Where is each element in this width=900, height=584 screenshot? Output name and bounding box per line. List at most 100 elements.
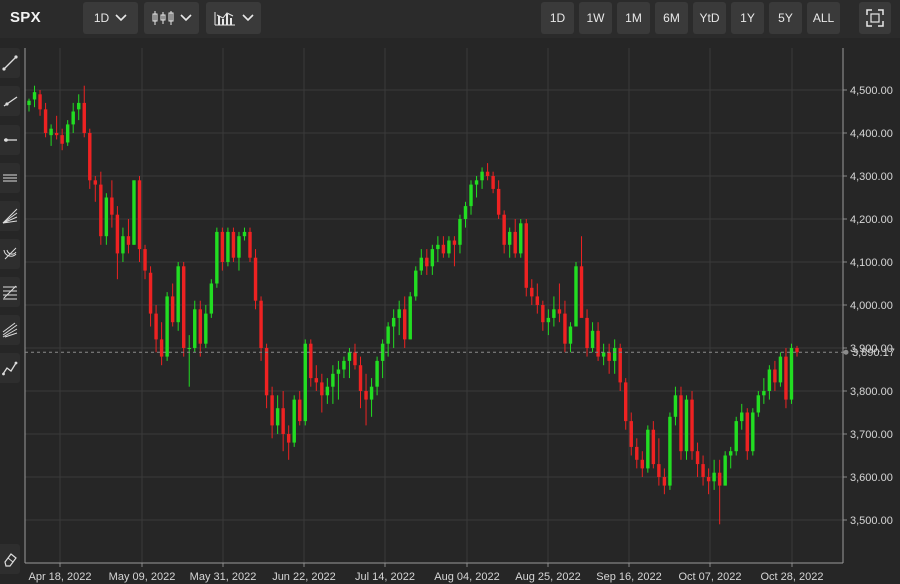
fib-arc-icon <box>3 247 17 260</box>
candle-body <box>132 180 136 245</box>
candle-body <box>226 231 230 262</box>
indicators-dropdown[interactable] <box>206 2 261 34</box>
candle-body <box>734 421 738 452</box>
candle-body <box>673 395 678 417</box>
fullscreen-icon <box>866 9 884 27</box>
candle-body <box>507 231 512 245</box>
candle-body <box>728 451 733 456</box>
candle-body <box>773 369 777 383</box>
range-ytd-button[interactable]: YtD <box>693 2 726 34</box>
candle-body <box>342 360 346 370</box>
price-chart[interactable]: 4,500.00 4,400.00 4,300.00 4,200.00 4,100.00… <box>0 38 900 584</box>
range-1m-button[interactable]: 1M <box>617 2 650 34</box>
candle-body <box>369 386 374 400</box>
candle-body <box>441 244 446 254</box>
candle-body <box>469 184 473 207</box>
candle-body <box>756 395 761 413</box>
candle-body <box>513 231 517 254</box>
candle-body <box>259 300 263 348</box>
candle-body <box>253 257 258 301</box>
candle-body <box>723 455 727 486</box>
range-1d-button[interactable]: 1D <box>541 2 574 34</box>
candle-body <box>121 236 125 254</box>
fib-retracement-icon <box>3 285 17 300</box>
fan-lines-tool[interactable] <box>0 201 20 231</box>
x-tick-label: Apr 18, 2022 <box>29 571 92 583</box>
candle-body <box>176 266 180 323</box>
candle-body <box>54 133 59 136</box>
fib-arc-tool[interactable] <box>0 239 20 269</box>
ray-line-icon <box>3 96 18 107</box>
candle-body <box>546 317 551 323</box>
x-tick-label: Sep 16, 2022 <box>596 571 661 583</box>
chart-type-dropdown[interactable] <box>144 2 199 34</box>
pitchfork-tool[interactable] <box>0 315 20 345</box>
candle-body <box>447 240 451 254</box>
x-tick-label: Aug 04, 2022 <box>434 571 499 583</box>
candle-body <box>485 171 490 176</box>
range-6m-button[interactable]: 6M <box>655 2 688 34</box>
candle-body <box>601 352 606 357</box>
chart-background <box>0 38 900 584</box>
horizontal-ray-tool[interactable] <box>0 125 20 155</box>
candle-body <box>624 382 628 422</box>
candle-body <box>740 412 744 422</box>
candle-body <box>292 399 296 443</box>
last-price-label: 3,890.17 <box>852 347 895 359</box>
x-tick-label: Oct 07, 2022 <box>679 571 742 583</box>
candle-body <box>187 348 191 349</box>
top-bar: SPX 1D 1D 1W 1M 6M YtD 1Y 5Y ALL <box>0 0 900 38</box>
candle-body <box>303 343 307 422</box>
range-5y-button[interactable]: 5Y <box>769 2 802 34</box>
candle-body <box>585 317 589 348</box>
candle-body <box>286 434 291 443</box>
interval-dropdown[interactable]: 1D <box>83 2 138 34</box>
candle-body <box>579 266 584 318</box>
candle-body <box>524 223 528 288</box>
range-1w-button[interactable]: 1W <box>579 2 612 34</box>
candle-body <box>143 249 147 271</box>
fan-lines-icon <box>2 208 18 224</box>
candle-body <box>237 236 241 258</box>
candle-body <box>552 309 556 318</box>
range-all-button[interactable]: ALL <box>807 2 840 34</box>
fib-retracement-tool[interactable] <box>0 277 20 307</box>
candle-body <box>110 197 114 215</box>
candle-body <box>535 296 540 305</box>
candle-body <box>762 391 766 396</box>
candle-body <box>314 378 319 383</box>
candle-body <box>419 257 424 271</box>
interval-label: 1D <box>93 11 110 25</box>
candle-body <box>386 326 390 344</box>
candle-body <box>204 313 208 344</box>
candle-body <box>220 231 225 262</box>
candle-body <box>657 464 661 477</box>
fullscreen-button[interactable] <box>859 2 891 34</box>
zigzag-tool[interactable] <box>0 353 20 383</box>
range-1y-button[interactable]: 1Y <box>731 2 764 34</box>
candle-body <box>248 231 252 258</box>
candle-body <box>436 244 440 250</box>
y-tick-label: 4,400.00 <box>850 128 893 140</box>
parallel-channel-tool[interactable] <box>0 163 20 193</box>
y-tick-label: 4,200.00 <box>850 214 893 226</box>
candle-body <box>325 386 330 396</box>
candle-body <box>425 257 429 267</box>
candle-body <box>712 472 716 482</box>
ray-line-tool[interactable] <box>0 86 20 116</box>
candle-body <box>270 395 274 426</box>
eraser-tool[interactable] <box>0 544 20 574</box>
candle-body <box>231 231 236 258</box>
candle-body <box>88 133 92 181</box>
candle-body <box>541 305 545 323</box>
candle-body <box>242 231 247 237</box>
chevron-down-icon <box>115 14 127 22</box>
candle-body <box>563 313 567 344</box>
candle-body <box>358 365 363 391</box>
candle-body <box>309 343 313 379</box>
trend-line-tool[interactable] <box>0 48 20 78</box>
candle-body <box>612 348 617 361</box>
candle-body <box>789 348 794 400</box>
y-tick-label: 4,500.00 <box>850 85 893 97</box>
candle-body <box>695 451 700 465</box>
